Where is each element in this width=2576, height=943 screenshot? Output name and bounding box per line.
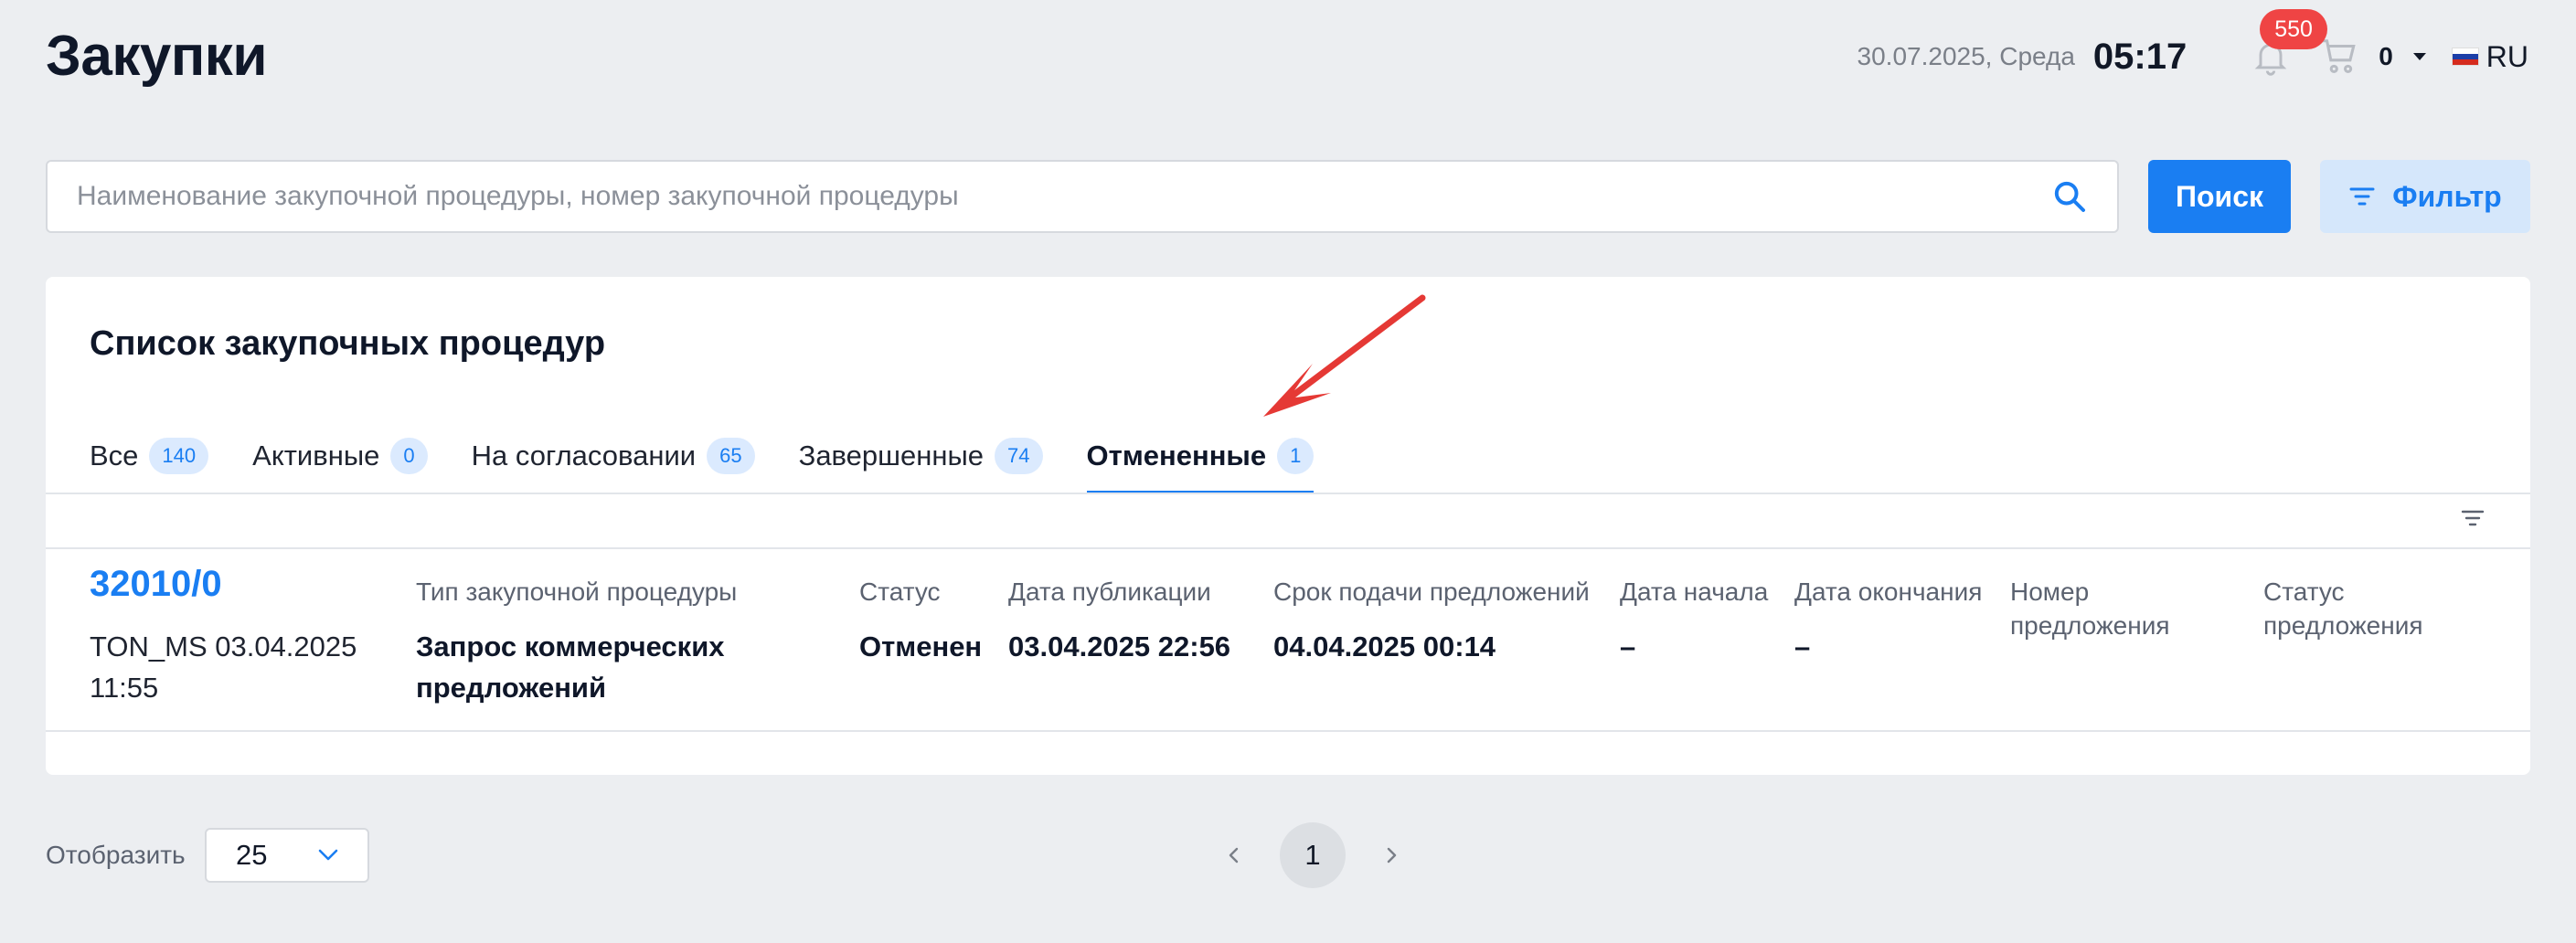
table-row: 32010/0 TON_MS 03.04.2025 11:55 Тип заку… <box>46 549 2530 732</box>
column-label-start: Дата начала <box>1620 577 1769 606</box>
tab-count: 65 <box>707 438 755 474</box>
page-size-value: 25 <box>236 839 268 871</box>
cart-icon[interactable] <box>2318 36 2360 78</box>
current-date: 30.07.2025, Среда <box>1857 42 2075 70</box>
column-label-offer-status: Статус предложения <box>2263 577 2423 640</box>
search-box <box>46 160 2119 233</box>
tab-count: 1 <box>1277 438 1315 474</box>
tab-count: 140 <box>149 438 209 474</box>
page-button-current[interactable]: 1 <box>1280 822 1346 888</box>
tab-label: На согласовании <box>471 440 697 472</box>
caret-down-icon[interactable] <box>2412 53 2426 60</box>
tab-label: Отмененные <box>1086 440 1267 472</box>
search-input[interactable] <box>77 181 2051 212</box>
row-divider <box>46 730 2530 732</box>
notifications-badge: 550 <box>2260 9 2327 49</box>
page-size-select[interactable]: 25 <box>205 828 369 883</box>
notifications-button[interactable]: 550 <box>2251 9 2327 77</box>
column-label-deadline: Срок подачи предложений <box>1273 577 1590 606</box>
column-label-type: Тип закупочной процедуры <box>416 577 738 606</box>
tab-count: 0 <box>390 438 428 474</box>
tab-active[interactable]: Активные 0 <box>252 419 428 493</box>
chevron-down-icon <box>318 849 338 861</box>
column-label-end: Дата окончания <box>1794 577 1983 606</box>
procedure-status: Отменен <box>859 630 983 662</box>
tab-count: 74 <box>995 438 1043 474</box>
filter-icon <box>2349 187 2375 206</box>
chevron-left-icon[interactable] <box>1225 844 1243 866</box>
tab-label: Все <box>90 440 139 472</box>
cart-count: 0 <box>2379 42 2393 70</box>
submission-deadline: 04.04.2025 00:14 <box>1273 630 1496 662</box>
filter-button[interactable]: Фильтр <box>2320 160 2530 233</box>
status-tabs: Все 140 Активные 0 На согласовании 65 За… <box>90 419 1357 494</box>
language-selector[interactable]: RU <box>2486 40 2528 74</box>
annotation-arrow <box>1263 294 1426 417</box>
tab-all[interactable]: Все 140 <box>90 419 209 493</box>
pagination: 1 <box>1188 822 1437 888</box>
procedure-type: Запрос коммерческих предложений <box>416 630 725 704</box>
list-title: Список закупочных процедур <box>90 324 606 363</box>
russia-flag-icon <box>2451 48 2479 66</box>
column-label-offer-number: Номер предложения <box>2010 577 2170 640</box>
column-settings-icon[interactable] <box>2461 509 2485 527</box>
column-label-published: Дата публикации <box>1008 577 1211 606</box>
tab-label: Активные <box>252 440 380 472</box>
tabs-divider <box>46 493 2530 494</box>
start-date: – <box>1620 630 1636 662</box>
filter-button-label: Фильтр <box>2392 179 2502 213</box>
current-time: 05:17 <box>2092 36 2187 77</box>
page-size-label: Отобразить <box>46 841 186 869</box>
column-label-status: Статус <box>859 577 941 606</box>
procedure-number-link[interactable]: 32010/0 <box>90 564 222 605</box>
tab-label: Завершенные <box>798 440 985 472</box>
search-icon[interactable] <box>2051 178 2088 215</box>
tab-completed[interactable]: Завершенные 74 <box>799 419 1043 493</box>
publication-date: 03.04.2025 22:56 <box>1008 630 1231 662</box>
header-toolbar: 30.07.2025, Среда 05:17 550 0 RU <box>1857 0 2528 113</box>
tab-cancelled[interactable]: Отмененные 1 <box>1086 419 1315 494</box>
tab-approval[interactable]: На согласовании 65 <box>472 419 755 493</box>
chevron-right-icon[interactable] <box>1382 844 1400 866</box>
page-title: Закупки <box>46 25 267 88</box>
end-date: – <box>1794 630 1811 662</box>
search-button[interactable]: Поиск <box>2148 160 2291 233</box>
procedure-meta: TON_MS 03.04.2025 11:55 <box>90 630 357 704</box>
